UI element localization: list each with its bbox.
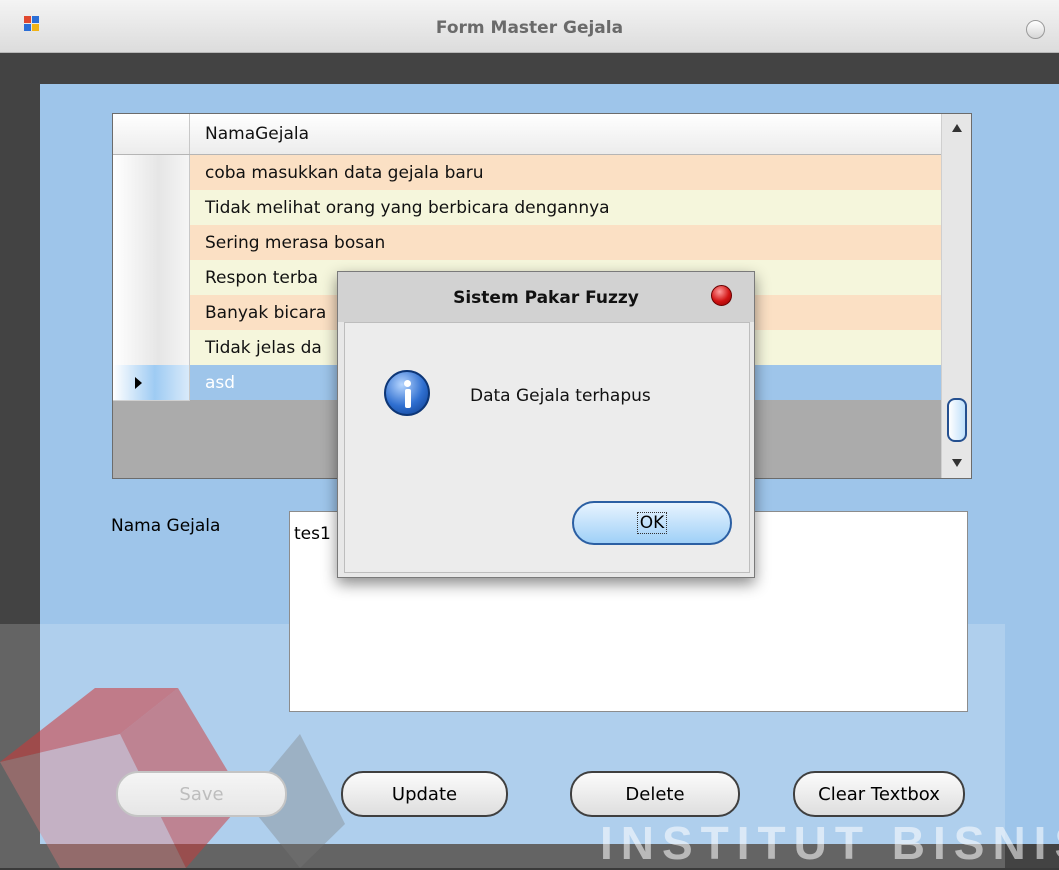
grid-cell[interactable]: Tidak jelas da	[205, 338, 322, 358]
table-row[interactable]: Sering merasa bosan	[113, 225, 941, 261]
window-close-icon[interactable]	[1026, 20, 1045, 39]
grid-cell[interactable]: Sering merasa bosan	[205, 233, 385, 253]
grid-cell[interactable]: Tidak melihat orang yang berbicara denga…	[205, 198, 610, 218]
scroll-down-icon[interactable]	[946, 452, 968, 474]
row-header[interactable]	[113, 190, 190, 226]
row-header[interactable]	[113, 295, 190, 331]
scroll-up-icon[interactable]	[946, 118, 968, 140]
scroll-thumb[interactable]	[947, 398, 967, 442]
row-selector-icon	[135, 377, 142, 389]
dialog-titlebar[interactable]: Sistem Pakar Fuzzy	[338, 272, 754, 322]
delete-button[interactable]: Delete	[570, 771, 740, 817]
watermark-text: INSTITUT BISNIS	[600, 817, 1059, 869]
clear-textbox-button[interactable]: Clear Textbox	[793, 771, 965, 817]
grid-header-corner[interactable]	[113, 114, 190, 154]
row-header[interactable]	[113, 225, 190, 261]
grid-header: NamaGejala	[113, 114, 941, 155]
info-icon	[384, 370, 430, 416]
table-row[interactable]: coba masukkan data gejala baru	[113, 155, 941, 191]
ok-button[interactable]: OK	[572, 501, 732, 545]
grid-cell[interactable]: Respon terba	[205, 268, 318, 288]
row-header[interactable]	[113, 155, 190, 191]
row-header[interactable]	[113, 260, 190, 296]
grid-cell[interactable]: asd	[205, 373, 235, 393]
dialog-title: Sistem Pakar Fuzzy	[453, 288, 639, 308]
dialog-message: Data Gejala terhapus	[470, 386, 651, 406]
window-titlebar[interactable]: Form Master Gejala	[0, 0, 1059, 53]
form-master-gejala-window: Form Master Gejala INSTITUT BISNIS NamaG…	[0, 0, 1059, 869]
window-title: Form Master Gejala	[435, 18, 624, 38]
row-header[interactable]	[113, 330, 190, 366]
table-row[interactable]: Tidak melihat orang yang berbicara denga…	[113, 190, 941, 226]
nama-gejala-label: Nama Gejala	[111, 516, 221, 536]
row-header[interactable]	[113, 365, 190, 401]
grid-cell[interactable]: Banyak bicara	[205, 303, 326, 323]
message-dialog: Sistem Pakar Fuzzy Data Gejala terhapus …	[337, 271, 755, 578]
column-header-namagejala[interactable]: NamaGejala	[205, 124, 309, 144]
save-button[interactable]: Save	[116, 771, 287, 817]
grid-cell[interactable]: coba masukkan data gejala baru	[205, 163, 484, 183]
ok-button-label: OK	[636, 512, 668, 534]
update-button[interactable]: Update	[341, 771, 508, 817]
dialog-close-icon[interactable]	[711, 285, 732, 306]
grid-vertical-scrollbar[interactable]	[941, 114, 971, 478]
